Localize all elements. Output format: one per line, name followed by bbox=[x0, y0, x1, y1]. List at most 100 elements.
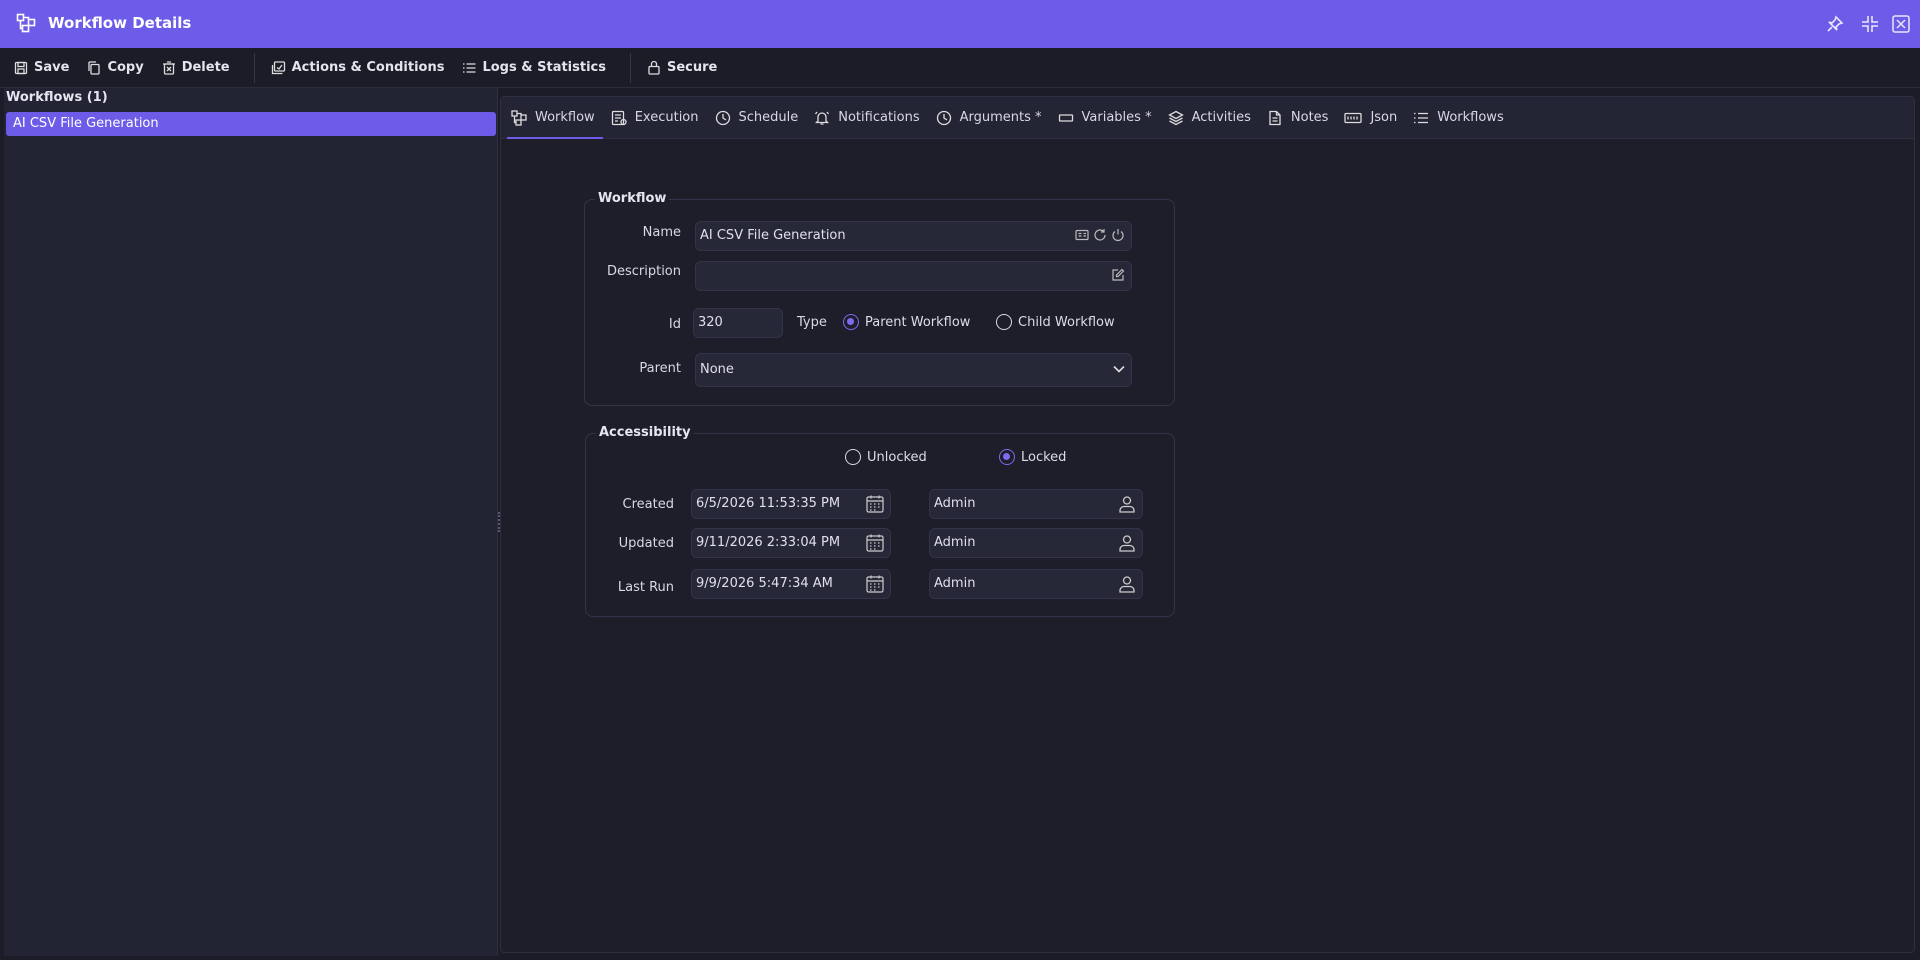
tab-label: Arguments * bbox=[959, 110, 1042, 125]
tab-label: Execution bbox=[634, 110, 699, 125]
restore-icon[interactable] bbox=[1858, 12, 1882, 36]
created-value: 6/5/2026 11:53:35 PM bbox=[696, 496, 841, 511]
logs-statistics-button[interactable]: Logs & Statistics bbox=[462, 48, 615, 88]
tab-label: Workflows bbox=[1437, 110, 1504, 125]
list-icon bbox=[1413, 110, 1429, 126]
last-run-date-field[interactable]: 9/9/2026 5:47:34 AM bbox=[691, 569, 891, 599]
radio-label: Child Workflow bbox=[1018, 314, 1115, 330]
created-by-value: Admin bbox=[934, 496, 976, 511]
save-button[interactable]: Save bbox=[14, 48, 78, 88]
locked-radio[interactable]: Locked bbox=[999, 449, 1066, 465]
actions-icon bbox=[271, 60, 286, 75]
layers-icon bbox=[1167, 110, 1184, 126]
tab-label: Notes bbox=[1290, 110, 1329, 125]
copy-label: Copy bbox=[107, 60, 144, 75]
radio-label: Unlocked bbox=[867, 449, 927, 465]
user-icon[interactable] bbox=[1118, 534, 1136, 552]
json-icon bbox=[1344, 110, 1363, 126]
calendar-icon[interactable] bbox=[866, 575, 884, 593]
secure-label: Secure bbox=[667, 60, 718, 75]
actions-conditions-button[interactable]: Actions & Conditions bbox=[271, 48, 454, 88]
radio-selected-icon bbox=[843, 314, 859, 330]
clock-icon bbox=[715, 110, 731, 126]
delete-icon bbox=[162, 60, 176, 75]
tab-notifications[interactable]: Notifications bbox=[810, 97, 927, 139]
parent-value: None bbox=[700, 362, 734, 377]
accessibility-group: Accessibility Unlocked Locked Created 6/… bbox=[585, 425, 1175, 617]
calendar-icon[interactable] bbox=[866, 495, 884, 513]
id-label: Id bbox=[668, 317, 681, 332]
copy-button[interactable]: Copy bbox=[87, 48, 152, 88]
actions-label: Actions & Conditions bbox=[291, 60, 445, 75]
rectangle-icon bbox=[1058, 110, 1074, 126]
updated-value: 9/11/2026 2:33:04 PM bbox=[696, 535, 841, 550]
delete-button[interactable]: Delete bbox=[162, 48, 239, 88]
tab-label: Activities bbox=[1191, 110, 1251, 125]
last-run-by-field[interactable]: Admin bbox=[929, 569, 1143, 599]
workflows-panel: Workflows (1) AI CSV File Generation bbox=[4, 88, 498, 956]
logs-label: Logs & Statistics bbox=[482, 60, 606, 75]
title-bar: Workflow Details bbox=[0, 0, 1920, 48]
last-run-label: Last Run bbox=[617, 580, 674, 595]
user-icon[interactable] bbox=[1118, 495, 1136, 513]
document-icon bbox=[1267, 110, 1283, 126]
parent-select[interactable]: None bbox=[695, 353, 1132, 387]
calendar-icon[interactable] bbox=[866, 534, 884, 552]
refresh-icon[interactable] bbox=[1093, 228, 1107, 242]
tab-label: Notifications bbox=[838, 110, 920, 125]
bell-icon bbox=[814, 110, 830, 126]
radio-label: Locked bbox=[1021, 449, 1067, 465]
child-workflow-radio[interactable]: Child Workflow bbox=[996, 314, 1115, 330]
execution-icon bbox=[611, 110, 627, 126]
copy-icon bbox=[87, 60, 101, 75]
tab-activities[interactable]: Activities bbox=[1164, 97, 1259, 139]
unlocked-radio[interactable]: Unlocked bbox=[845, 449, 927, 465]
list-item[interactable]: AI CSV File Generation bbox=[6, 112, 496, 136]
clock-icon bbox=[936, 110, 952, 126]
toolbar-separator bbox=[253, 52, 255, 83]
close-icon[interactable] bbox=[1889, 12, 1913, 36]
updated-by-value: Admin bbox=[934, 535, 976, 550]
pin-icon[interactable] bbox=[1823, 12, 1847, 36]
tab-arguments[interactable]: Arguments * bbox=[932, 97, 1050, 139]
parent-workflow-radio[interactable]: Parent Workflow bbox=[843, 314, 970, 330]
parent-label: Parent bbox=[639, 361, 681, 376]
tab-label: Json bbox=[1370, 110, 1398, 125]
tab-variables[interactable]: Variables * bbox=[1054, 97, 1160, 139]
description-field[interactable] bbox=[695, 261, 1132, 291]
save-label: Save bbox=[34, 60, 70, 75]
radio-unselected-icon bbox=[996, 314, 1012, 330]
tab-bar: Workflow Execution Schedule Notification… bbox=[501, 97, 1914, 139]
updated-label: Updated bbox=[618, 536, 674, 551]
secure-button[interactable]: Secure bbox=[647, 48, 726, 88]
edit-icon[interactable] bbox=[1111, 268, 1125, 282]
created-by-field[interactable]: Admin bbox=[929, 489, 1143, 519]
name-field[interactable]: AI CSV File Generation bbox=[695, 221, 1132, 251]
name-value: AI CSV File Generation bbox=[700, 228, 846, 243]
last-run-value: 9/9/2026 5:47:34 AM bbox=[696, 576, 833, 591]
tab-notes[interactable]: Notes bbox=[1263, 97, 1337, 139]
updated-date-field[interactable]: 9/11/2026 2:33:04 PM bbox=[691, 528, 891, 558]
list-icon bbox=[462, 61, 476, 75]
lock-icon bbox=[647, 60, 661, 75]
created-date-field[interactable]: 6/5/2026 11:53:35 PM bbox=[691, 489, 891, 519]
id-value: 320 bbox=[698, 315, 723, 330]
tab-workflows[interactable]: Workflows bbox=[1409, 97, 1511, 139]
window-title: Workflow Details bbox=[48, 14, 192, 32]
delete-label: Delete bbox=[181, 60, 230, 75]
updated-by-field[interactable]: Admin bbox=[929, 528, 1143, 558]
tab-json[interactable]: Json bbox=[1340, 97, 1405, 139]
id-field[interactable]: 320 bbox=[693, 308, 783, 338]
power-icon[interactable] bbox=[1111, 228, 1125, 242]
type-label: Type bbox=[797, 315, 827, 330]
id-card-icon[interactable] bbox=[1075, 228, 1089, 242]
workflows-header: Workflows (1) bbox=[6, 90, 108, 105]
tab-schedule[interactable]: Schedule bbox=[711, 97, 807, 139]
toolbar: Save Copy Delete Actions & Conditions Lo… bbox=[0, 48, 1920, 88]
user-icon[interactable] bbox=[1118, 575, 1136, 593]
tab-execution[interactable]: Execution bbox=[607, 97, 707, 139]
radio-selected-icon bbox=[999, 449, 1015, 465]
save-icon bbox=[14, 61, 28, 75]
radio-unselected-icon bbox=[845, 449, 861, 465]
tab-workflow[interactable]: Workflow bbox=[507, 97, 603, 139]
